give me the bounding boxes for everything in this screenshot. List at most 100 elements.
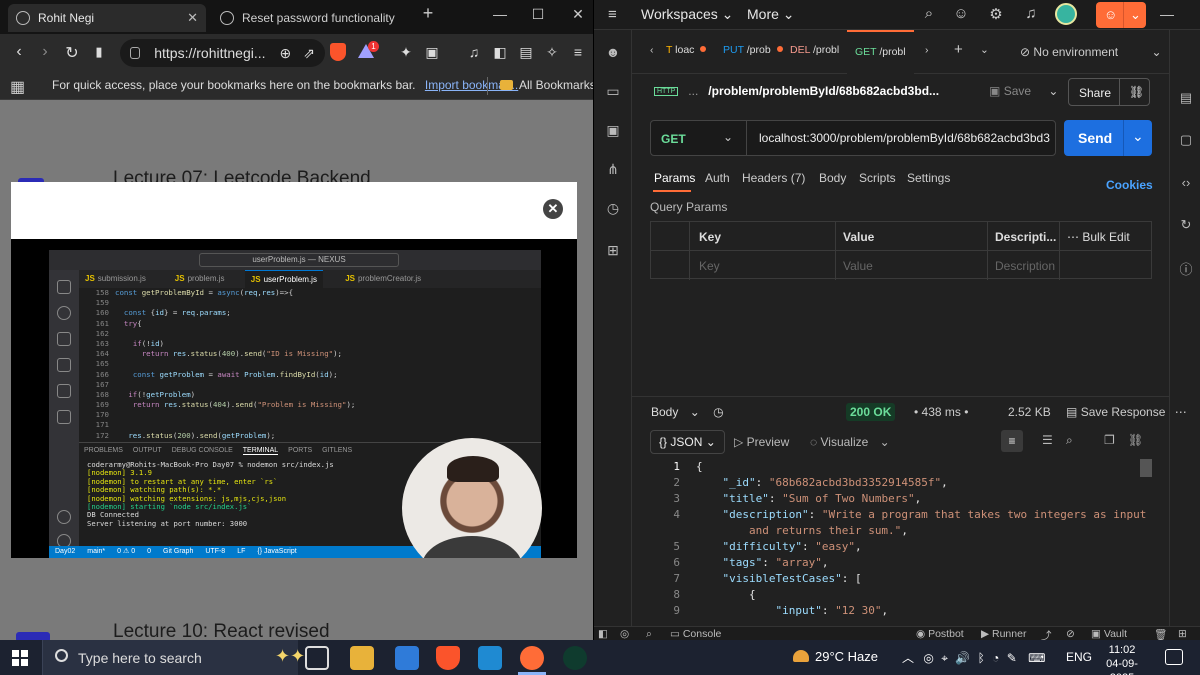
documentation-icon[interactable]: ▤ (1178, 90, 1194, 106)
maximize-icon[interactable]: ☐ (526, 6, 550, 23)
more-menu[interactable]: More ⌄ (747, 6, 795, 23)
chevron-down-icon[interactable]: ⌄ (1132, 128, 1144, 145)
link-icon[interactable]: ⛓ (1129, 85, 1144, 99)
minimize-icon[interactable]: — (1157, 6, 1177, 22)
info-icon[interactable]: ⓘ (1178, 259, 1194, 277)
taskbar-search-input[interactable]: Type here to search ✦✦ (42, 640, 305, 675)
capture-icon[interactable]: ⤴ (1041, 628, 1052, 640)
clock[interactable]: 11:02 04-09-2025 (1094, 643, 1150, 675)
back-icon[interactable]: ‹ (8, 43, 30, 61)
browser-tab-rohit-negi[interactable]: Rohit Negi ✕ (8, 4, 206, 32)
tabs-dropdown-icon[interactable]: ⌄ (980, 44, 989, 56)
lecture-title[interactable]: Lecture 10: React revised (113, 621, 330, 640)
scrollbar[interactable] (1140, 459, 1152, 477)
reload-icon[interactable]: ↻ (61, 43, 83, 63)
status-badge[interactable]: 200 OK (846, 403, 896, 421)
comments-icon[interactable]: ▢ (1178, 132, 1194, 148)
visualize-button[interactable]: ◌ Visualize ⌄ (810, 435, 890, 449)
close-modal-button[interactable]: ✕ (543, 199, 563, 219)
volume-icon[interactable]: 🔊 (955, 651, 970, 665)
tab-headers[interactable]: Headers (7) (742, 171, 805, 185)
search-icon[interactable]: ⌕ (919, 5, 939, 25)
invite-user-icon[interactable]: ☺ (951, 5, 971, 25)
file-explorer-icon[interactable] (350, 646, 374, 670)
task-view-icon[interactable] (305, 646, 329, 670)
status-check-icon[interactable]: ◎ (620, 628, 629, 640)
environments-icon[interactable]: ▣ (604, 122, 622, 140)
minimize-icon[interactable]: — (488, 6, 512, 22)
camera-icon[interactable]: ◎ (923, 651, 933, 665)
save-response-button[interactable]: ▤ Save Response ⋯ (1066, 405, 1187, 419)
url-input[interactable]: https://rohittnegi... ⊕ ⇗ (120, 39, 325, 67)
response-body-tab[interactable]: Body ⌄ ◷ (651, 405, 724, 419)
add-ons-icon[interactable]: ⊞ (604, 242, 622, 260)
mongodb-compass-icon[interactable] (563, 646, 587, 670)
save-button[interactable]: ▣ Save ⌄ (989, 84, 1058, 98)
bulk-edit-button[interactable]: ⋯ Bulk Edit (1067, 230, 1130, 244)
site-info-icon[interactable] (130, 47, 141, 59)
value-input[interactable]: Value (843, 259, 873, 273)
store-icon[interactable] (395, 646, 419, 670)
invite-button[interactable]: ☺ ⌄ (1096, 2, 1146, 28)
vault-button[interactable]: ▣ Vault (1091, 628, 1127, 640)
forward-icon[interactable]: › (34, 43, 56, 61)
notification-center-icon[interactable] (1165, 649, 1183, 665)
new-request-tab-button[interactable]: + (954, 41, 963, 58)
trash-icon[interactable]: 🗑 (1154, 628, 1167, 640)
pen-icon[interactable]: ✎ (1007, 651, 1017, 665)
help-icon[interactable]: ⊞ (1178, 628, 1187, 640)
response-json-viewer[interactable]: 1{2 "_id": "68b682acbd3bd3352914585f", 3 … (632, 459, 1169, 624)
menu-icon[interactable]: ≡ (608, 6, 617, 23)
screenshot-icon[interactable]: ▣ (422, 44, 442, 62)
media-icon[interactable]: ♫ (464, 44, 484, 62)
avatar[interactable] (1055, 3, 1077, 25)
workspaces-menu[interactable]: Workspaces ⌄ (641, 6, 733, 23)
zoom-icon[interactable]: ⊕ (280, 45, 292, 62)
wallet-icon[interactable]: ▤ (516, 44, 536, 62)
lecture-thumbnail[interactable] (16, 632, 50, 640)
request-tab[interactable]: PUT /prob (723, 44, 783, 56)
bluetooth-icon[interactable]: ᛒ (978, 651, 985, 665)
history-icon[interactable]: ◷ (713, 405, 723, 419)
environment-selector[interactable]: ⊘ No environment ⌄ (1020, 45, 1162, 59)
new-tab-button[interactable]: + (416, 3, 440, 24)
format-select[interactable]: {} JSON ⌄ (650, 430, 725, 454)
request-tab-active[interactable]: GET /probl (847, 30, 914, 74)
notifications-bell-icon[interactable]: ♫ (1021, 5, 1041, 25)
leo-icon[interactable]: ✧ (542, 44, 562, 62)
response-size[interactable]: 2.52 KB (1008, 405, 1051, 419)
bookmark-icon[interactable]: ▮ (88, 44, 110, 60)
history-icon[interactable]: ◷ (604, 200, 622, 218)
keyboard-icon[interactable]: ⌨ (1028, 651, 1045, 665)
cookies-link[interactable]: Cookies (1106, 178, 1153, 192)
method-select[interactable]: GET ⌄ (651, 121, 747, 155)
breadcrumb-prefix[interactable]: ... (688, 84, 698, 98)
tab-scripts[interactable]: Scripts (859, 171, 896, 185)
sidebar-toggle-icon[interactable]: ◧ (598, 628, 608, 640)
wrap-lines-button[interactable]: ≡ (1001, 430, 1023, 452)
find-icon[interactable]: ⌕ (646, 628, 652, 640)
console-button[interactable]: ▭ Console (670, 628, 721, 640)
browser-tab-reset-password[interactable]: Reset password functionality (212, 4, 408, 32)
settings-gear-icon[interactable]: ⚙ (986, 5, 1006, 25)
chevron-down-icon[interactable]: ⌄ (1048, 84, 1058, 98)
url-input[interactable]: localhost:3000/problem/problemById/68b68… (759, 131, 1051, 145)
link-icon[interactable]: ⛓ (1128, 433, 1143, 447)
related-icon[interactable]: ↻ (1178, 217, 1194, 233)
runner-button[interactable]: ▶ Runner (981, 628, 1026, 640)
postman-icon[interactable] (520, 646, 544, 670)
postbot-button[interactable]: ◉ Postbot (916, 628, 964, 640)
brave-shield-icon[interactable] (330, 43, 346, 61)
all-bookmarks-button[interactable]: All Bookmarks (500, 78, 593, 92)
chevron-up-icon[interactable]: ︿ (902, 651, 914, 665)
request-tab[interactable]: DEL /probl (790, 44, 839, 56)
request-tab[interactable]: T loac (666, 44, 707, 56)
tab-auth[interactable]: Auth (705, 171, 730, 185)
filter-icon[interactable]: ☰ (1042, 433, 1053, 447)
location-icon[interactable]: ⌖ (941, 651, 948, 665)
tab-params[interactable]: Params (654, 171, 695, 185)
key-input[interactable]: Key (699, 259, 720, 273)
flows-icon[interactable]: ⋔ (604, 161, 622, 179)
preview-button[interactable]: ▷ Preview (734, 435, 789, 449)
tab-body[interactable]: Body (819, 171, 846, 185)
